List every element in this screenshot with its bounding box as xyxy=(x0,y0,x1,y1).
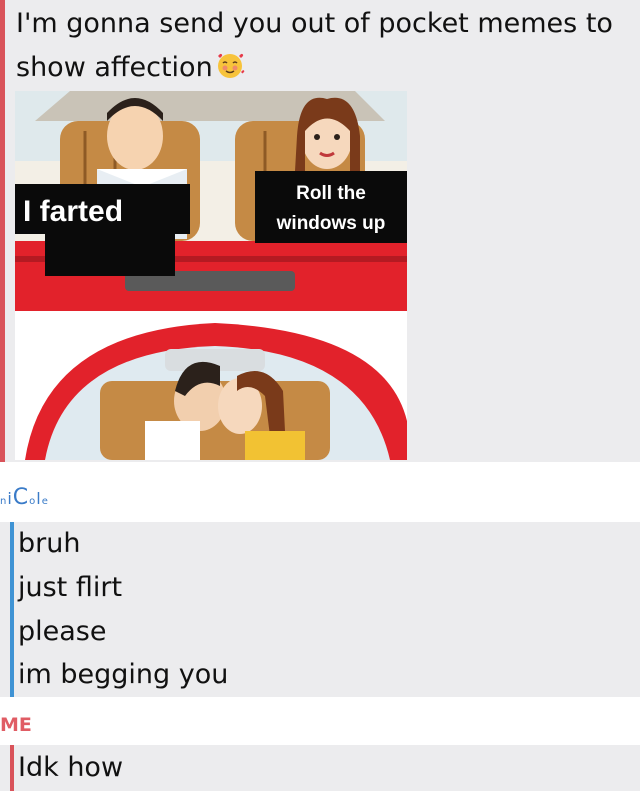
intro-message: I'm gonna send you out of pocket memes t… xyxy=(16,2,636,94)
chat-message: im begging you xyxy=(18,659,229,690)
name-decoration: e xyxy=(41,496,49,507)
sender-me-name: ME xyxy=(0,714,32,736)
chat-message: please xyxy=(18,616,107,647)
message-accent-bar xyxy=(10,522,14,697)
first-message-block: I'm gonna send you out of pocket memes t… xyxy=(0,0,640,462)
chat-message: bruh xyxy=(18,528,81,559)
chat-message: Idk how xyxy=(18,752,124,783)
svg-text:windows up: windows up xyxy=(276,213,386,234)
sender-nicole-name: niCole xyxy=(0,485,49,510)
smiling-face-with-hearts-icon xyxy=(215,50,245,94)
name-decoration: C xyxy=(12,485,30,510)
nicole-message-block: bruh just flirt please im begging you xyxy=(0,522,640,697)
meme-image: I farted Roll the windows up xyxy=(15,91,407,460)
sender-nicole-row: niCole xyxy=(0,485,640,521)
me-message-block: Idk how xyxy=(0,745,640,791)
svg-text:Roll the: Roll the xyxy=(296,183,366,204)
message-accent-bar xyxy=(0,0,5,462)
message-accent-bar xyxy=(10,745,14,791)
i-farted-label: I farted xyxy=(23,195,123,228)
chat-message: just flirt xyxy=(18,572,123,603)
